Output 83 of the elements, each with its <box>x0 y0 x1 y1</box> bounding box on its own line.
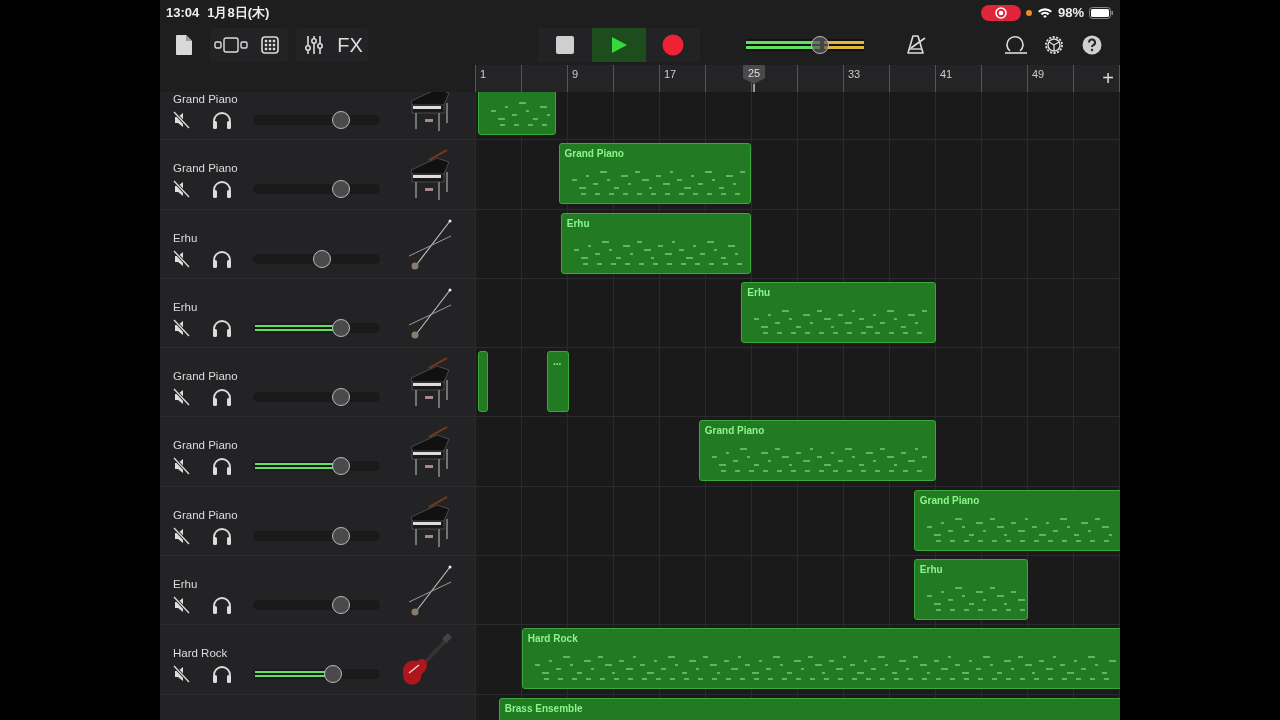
bar-number: 33 <box>848 68 861 80</box>
mute-icon[interactable] <box>173 388 191 407</box>
music-region[interactable]: ... <box>547 351 569 413</box>
mute-icon[interactable] <box>173 526 191 545</box>
bar-number: 41 <box>940 68 953 80</box>
track-name: Grand Piano <box>173 439 239 452</box>
headphones-icon[interactable] <box>211 525 233 546</box>
track-header[interactable]: Grand Piano <box>160 348 475 417</box>
music-region[interactable]: Erhu <box>741 281 936 343</box>
slider-thumb[interactable] <box>324 665 342 684</box>
track-name: Grand Piano <box>173 508 239 521</box>
battery-percent: 98% <box>1057 5 1084 20</box>
slider-thumb[interactable] <box>312 249 331 268</box>
slider-thumb[interactable] <box>331 318 350 337</box>
headphones-icon[interactable] <box>211 387 233 408</box>
region-label: Grand Piano <box>919 494 980 506</box>
track-name: Erhu <box>173 578 199 591</box>
track-header[interactable]: Erhu <box>160 278 475 348</box>
track-name: Erhu <box>173 231 199 244</box>
wifi-icon <box>1036 6 1053 19</box>
bar-number: 9 <box>572 68 579 80</box>
slider-thumb[interactable] <box>331 111 350 129</box>
track-header[interactable]: Grand Piano <box>160 417 475 486</box>
slider-thumb[interactable] <box>331 457 350 476</box>
track-header[interactable]: Erhu <box>160 556 475 625</box>
track-header[interactable]: Grand Piano <box>160 92 475 140</box>
bar-number: 17 <box>664 68 677 80</box>
track-name: Hard Rock <box>173 647 229 660</box>
status-time: 13:04 <box>166 5 200 20</box>
region-label: Erhu <box>747 286 771 298</box>
add-section-button[interactable]: + <box>1098 66 1118 90</box>
headphones-icon[interactable] <box>211 110 233 130</box>
music-region[interactable]: Grand Piano <box>913 489 1120 551</box>
track-name: Grand Piano <box>173 162 239 175</box>
mute-icon[interactable] <box>173 457 191 476</box>
track-header[interactable]: Grand Piano <box>160 140 475 209</box>
slider-thumb[interactable] <box>331 596 350 615</box>
music-region[interactable]: Grand Piano <box>558 143 751 205</box>
music-region[interactable]: Grand Piano <box>698 420 936 482</box>
music-region[interactable]: Brass Ensemble <box>498 697 1120 720</box>
region-label: Erhu <box>566 217 590 229</box>
slider-thumb[interactable] <box>811 36 830 54</box>
privacy-dot-icon <box>1025 9 1032 16</box>
track-header[interactable]: Erhu <box>160 209 475 278</box>
headphones-icon[interactable] <box>211 248 233 269</box>
headphones-icon[interactable] <box>211 664 233 685</box>
mute-icon[interactable] <box>173 111 191 129</box>
stop-icon <box>556 36 574 54</box>
region-label: Grand Piano <box>704 425 765 437</box>
music-region[interactable]: Hard Rock <box>521 628 1120 690</box>
music-region[interactable] <box>478 351 489 413</box>
headphones-icon[interactable] <box>211 317 233 338</box>
region-label: Grand Piano <box>564 148 624 160</box>
headphones-icon[interactable] <box>211 456 233 477</box>
region-label: Hard Rock <box>527 633 578 645</box>
slider-thumb[interactable] <box>331 180 350 199</box>
play-icon <box>610 36 628 54</box>
mute-icon[interactable] <box>173 180 191 199</box>
master-volume-slider[interactable] <box>746 39 864 51</box>
region-label: Brass Ensemble <box>504 702 583 714</box>
battery-icon <box>1089 6 1114 19</box>
bar-number: 1 <box>480 68 487 80</box>
track-header[interactable]: Hard Rock <box>160 625 475 694</box>
region-label: Erhu <box>919 564 943 576</box>
slider-thumb[interactable] <box>331 526 350 545</box>
headphones-icon[interactable] <box>211 179 233 200</box>
region-label: ... <box>553 356 562 368</box>
record-icon <box>662 34 684 56</box>
music-region[interactable]: Erhu <box>560 212 751 274</box>
mute-icon[interactable] <box>173 596 191 615</box>
status-date: 1月8日(木) <box>207 3 270 22</box>
play-button[interactable] <box>592 28 646 62</box>
mute-icon[interactable] <box>173 665 191 684</box>
track-name: Erhu <box>173 300 199 313</box>
headphones-icon[interactable] <box>211 595 233 616</box>
mute-icon[interactable] <box>173 249 191 268</box>
mute-icon[interactable] <box>173 318 191 337</box>
track-name: Grand Piano <box>173 370 239 383</box>
track-header[interactable]: Grand Piano <box>160 486 475 556</box>
music-region[interactable]: Erhu <box>913 559 1028 621</box>
track-name: Grand Piano <box>173 93 239 105</box>
slider-thumb[interactable] <box>331 388 350 407</box>
bar-number: 49 <box>1032 68 1045 80</box>
